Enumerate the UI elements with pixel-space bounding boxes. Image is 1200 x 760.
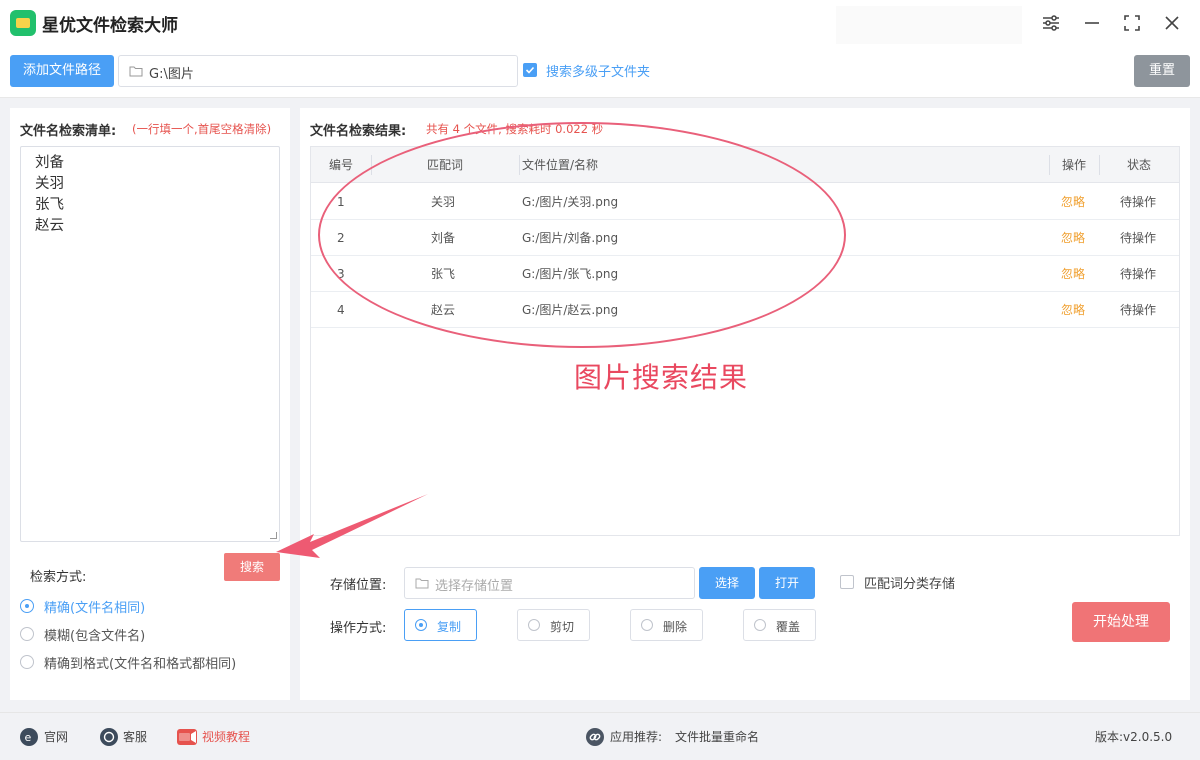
op-copy-label: 复制 — [437, 620, 462, 634]
start-button[interactable]: 开始处理 — [1072, 602, 1170, 642]
radio-dot-icon — [415, 619, 427, 631]
operation-label: 操作方式: — [330, 621, 387, 636]
col-separator — [1099, 155, 1100, 175]
row-status: 待操作 — [1120, 267, 1157, 281]
search-list-hint: (一行填一个,首尾空格清除) — [132, 122, 272, 136]
radio-dot-icon — [641, 619, 653, 631]
row-ignore-button[interactable]: 忽略 — [1061, 184, 1085, 220]
app-logo-icon — [10, 10, 36, 36]
choose-button[interactable]: 选择 — [699, 567, 755, 599]
op-copy-radio[interactable]: 复制 — [404, 609, 477, 641]
folder-icon — [415, 576, 429, 590]
op-delete-radio[interactable]: 删除 — [630, 609, 703, 641]
name-line: 赵云 — [35, 218, 64, 234]
reset-button[interactable]: 重置 — [1134, 55, 1190, 87]
mode-exact-label: 精确(文件名相同) — [44, 601, 146, 616]
footer: e 官网 客服 视频教程 应用推荐: 文件批量重命名 版本:v2.0.5.0 — [0, 712, 1200, 760]
col-separator — [1049, 155, 1050, 175]
path-input[interactable]: G:\图片 — [118, 55, 518, 87]
settings-sliders-icon[interactable] — [1040, 12, 1062, 34]
path-bar: 添加文件路径 G:\图片 搜索多级子文件夹 重置 — [0, 48, 1200, 98]
name-line: 刘备 — [35, 155, 64, 171]
link-icon — [586, 728, 604, 746]
website-link[interactable]: 官网 — [44, 727, 68, 747]
video-tutorial-link[interactable]: 视频教程 — [202, 727, 250, 747]
video-icon — [177, 729, 197, 745]
search-list-panel: 文件名检索清单: (一行填一个,首尾空格清除) 刘备 关羽 张飞 赵云 搜索 检… — [10, 108, 290, 700]
row-status: 待操作 — [1120, 231, 1157, 245]
website-icon: e — [20, 728, 38, 746]
col-number: 编号 — [329, 158, 354, 172]
title-bar: 星优文件检索大师 — [0, 0, 1200, 48]
support-icon — [100, 728, 118, 746]
search-mode-label: 检索方式: — [30, 570, 87, 585]
app-title: 星优文件检索大师 — [42, 16, 178, 36]
search-list-title: 文件名检索清单: — [20, 124, 117, 139]
subfolder-checkbox[interactable] — [523, 63, 537, 77]
svg-text:e: e — [25, 731, 32, 744]
add-path-button[interactable]: 添加文件路径 — [10, 55, 114, 87]
classify-label[interactable]: 匹配词分类存储 — [864, 573, 955, 592]
classify-checkbox[interactable] — [840, 575, 854, 589]
row-number: 4 — [337, 303, 345, 317]
minimize-icon[interactable] — [1081, 12, 1103, 34]
annotation-text: 图片搜索结果 — [574, 361, 749, 394]
maximize-icon[interactable] — [1121, 12, 1143, 34]
recommend-app-link[interactable]: 文件批量重命名 — [675, 727, 759, 747]
folder-icon — [129, 64, 143, 78]
name-line: 张飞 — [35, 197, 64, 213]
search-names-textarea[interactable]: 刘备 关羽 张飞 赵云 — [20, 146, 280, 542]
name-line: 关羽 — [35, 176, 64, 192]
op-overwrite-label: 覆盖 — [776, 620, 801, 634]
op-cut-label: 剪切 — [550, 620, 575, 634]
row-ignore-button[interactable]: 忽略 — [1061, 256, 1085, 292]
open-button[interactable]: 打开 — [759, 567, 815, 599]
recommend-label: 应用推荐: — [610, 730, 663, 744]
col-status: 状态 — [1127, 158, 1152, 172]
op-delete-label: 删除 — [663, 620, 688, 634]
radio-dot-icon — [20, 655, 34, 669]
title-blank-area — [836, 6, 1022, 44]
row-ignore-button[interactable]: 忽略 — [1061, 220, 1085, 256]
op-overwrite-radio[interactable]: 覆盖 — [743, 609, 816, 641]
radio-dot-icon — [528, 619, 540, 631]
store-placeholder: 选择存储位置 — [435, 579, 514, 594]
mode-format-label: 精确到格式(文件名和格式都相同) — [44, 657, 237, 672]
radio-dot-icon — [754, 619, 766, 631]
version-label: 版本:v2.0.5.0 — [1095, 730, 1173, 744]
row-status: 待操作 — [1120, 195, 1157, 209]
radio-dot-icon — [20, 627, 34, 641]
highlight-ellipse — [318, 122, 846, 348]
path-value: G:\图片 — [149, 67, 194, 82]
store-label: 存储位置: — [330, 578, 387, 593]
row-status: 待操作 — [1120, 303, 1157, 317]
annotation-arrow-icon — [276, 494, 428, 558]
store-path-input[interactable]: 选择存储位置 — [404, 567, 695, 599]
mode-fuzzy-label: 模糊(包含文件名) — [44, 629, 146, 644]
results-title: 文件名检索结果: — [310, 124, 407, 139]
op-cut-radio[interactable]: 剪切 — [517, 609, 590, 641]
col-action: 操作 — [1062, 158, 1087, 172]
close-icon[interactable] — [1161, 12, 1183, 34]
support-link[interactable]: 客服 — [123, 727, 147, 747]
subfolder-label[interactable]: 搜索多级子文件夹 — [546, 61, 650, 80]
row-ignore-button[interactable]: 忽略 — [1061, 292, 1085, 328]
radio-dot-icon — [20, 599, 34, 613]
